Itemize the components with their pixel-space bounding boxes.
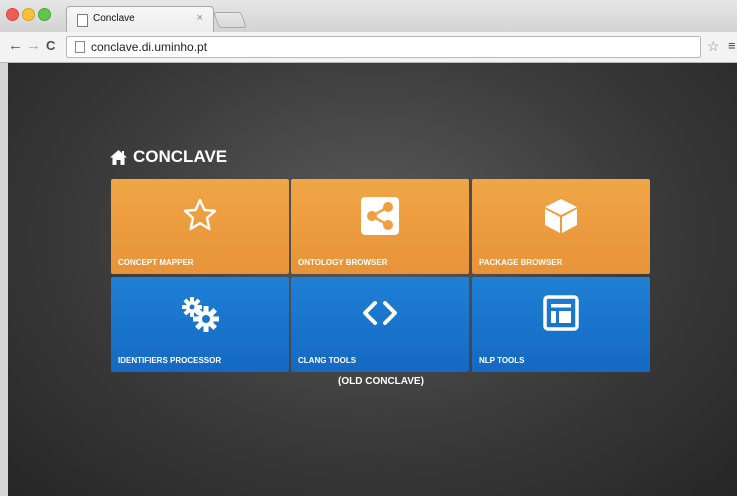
cube-icon bbox=[542, 197, 580, 240]
page-title: CONCLAVE bbox=[133, 147, 228, 166]
back-icon[interactable]: ← bbox=[8, 37, 23, 54]
page-viewport: CONCLAVE CONCEPT MAPPER ONTOLOGY BROWSER bbox=[8, 63, 737, 496]
code-icon bbox=[361, 295, 399, 336]
tile-label: PACKAGE BROWSER bbox=[479, 258, 563, 267]
old-conclave-link[interactable]: (OLD CONCLAVE) bbox=[338, 376, 424, 387]
reload-icon[interactable]: C bbox=[46, 38, 55, 53]
gears-icon bbox=[180, 295, 220, 338]
bookmark-star-icon[interactable]: ☆ bbox=[707, 38, 720, 55]
browser-titlebar: Conclave × bbox=[0, 0, 737, 34]
tab-close-icon[interactable]: × bbox=[197, 12, 203, 24]
url-text[interactable]: conclave.di.uminho.pt bbox=[91, 40, 207, 54]
star-icon bbox=[182, 197, 218, 238]
window-icon bbox=[543, 295, 579, 336]
home-icon bbox=[110, 149, 127, 165]
tile-ontology-browser[interactable]: ONTOLOGY BROWSER bbox=[291, 179, 469, 274]
share-icon bbox=[361, 197, 399, 240]
address-bar[interactable]: conclave.di.uminho.pt bbox=[66, 36, 701, 58]
tile-label: ONTOLOGY BROWSER bbox=[298, 258, 388, 267]
tile-nlp-tools[interactable]: NLP TOOLS bbox=[472, 277, 650, 372]
tile-concept-mapper[interactable]: CONCEPT MAPPER bbox=[111, 179, 289, 274]
tile-label: CLANG TOOLS bbox=[298, 356, 357, 365]
forward-icon[interactable]: → bbox=[26, 37, 41, 54]
minimize-window-button[interactable] bbox=[22, 8, 35, 21]
tab-title: Conclave bbox=[93, 13, 135, 24]
tile-clang-tools[interactable]: CLANG TOOLS bbox=[291, 277, 469, 372]
tile-package-browser[interactable]: PACKAGE BROWSER bbox=[472, 179, 650, 274]
page-icon bbox=[75, 41, 85, 53]
browser-tab[interactable]: Conclave × bbox=[66, 6, 214, 33]
tile-label: IDENTIFIERS PROCESSOR bbox=[118, 356, 222, 365]
new-tab-button[interactable] bbox=[213, 12, 247, 28]
page-icon bbox=[77, 14, 88, 27]
tile-identifiers-processor[interactable]: IDENTIFIERS PROCESSOR bbox=[111, 277, 289, 372]
tile-label: NLP TOOLS bbox=[479, 356, 525, 365]
close-window-button[interactable] bbox=[6, 8, 19, 21]
menu-icon[interactable]: ≡ bbox=[728, 38, 736, 53]
zoom-window-button[interactable] bbox=[38, 8, 51, 21]
browser-toolbar: ← → C conclave.di.uminho.pt ☆ ≡ bbox=[0, 32, 737, 63]
tile-label: CONCEPT MAPPER bbox=[118, 258, 194, 267]
page-header[interactable]: CONCLAVE bbox=[110, 147, 227, 167]
